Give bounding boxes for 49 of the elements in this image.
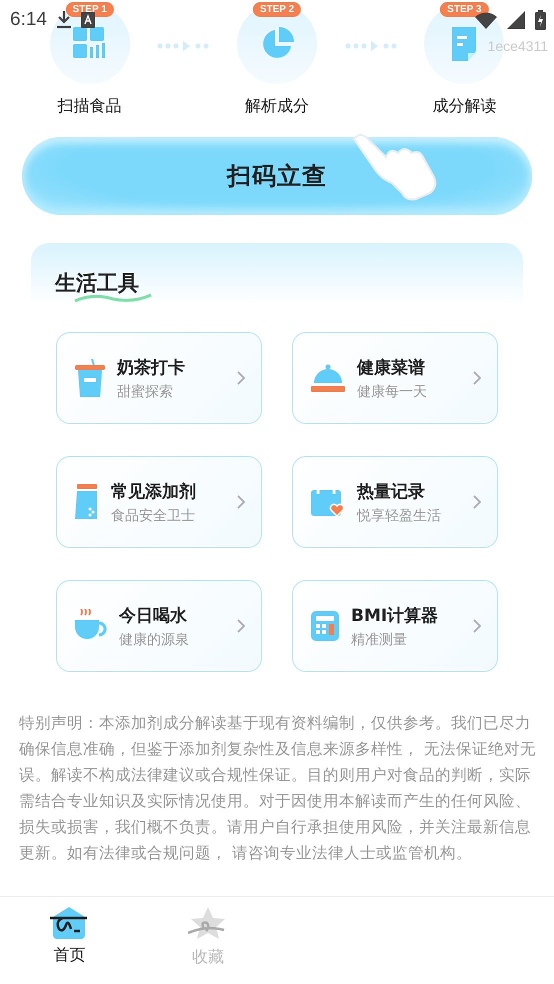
tool-title: 今日喝水 bbox=[119, 604, 188, 626]
text-icon bbox=[80, 12, 95, 28]
grid-icon bbox=[72, 27, 107, 61]
cup-icon bbox=[75, 359, 105, 397]
scan-button[interactable]: 扫码立查 bbox=[22, 137, 532, 215]
home-icon bbox=[50, 907, 88, 939]
dotted-arrow-icon bbox=[157, 41, 210, 51]
download-icon bbox=[56, 11, 71, 29]
tool-card[interactable]: 常见添加剂 食品安全卫士 bbox=[56, 456, 262, 548]
nav-tab[interactable]: 首页 bbox=[53, 945, 86, 966]
calculator-icon bbox=[311, 611, 339, 641]
section-title: 生活工具 bbox=[55, 270, 139, 297]
step-label: 扫描食品 bbox=[58, 96, 122, 117]
document-icon bbox=[450, 27, 478, 61]
tool-subtitle: 食品安全卫士 bbox=[111, 506, 196, 524]
tool-card[interactable]: 今日喝水 健康的源泉 bbox=[56, 580, 262, 672]
battery-icon bbox=[535, 10, 546, 30]
disclaimer-text: 特别声明：本添加剂成分解读基于现有资料编制，仅供参考。我们已尽力确保信息准确，但鉴于添加剂复杂性及信息来源多样性， 无法保证绝对无误。解读不构成法律建议或合规性保证。目的则用户对食品的判断，实际需结合专业知识及实际情况使用。对于因使用本解读而产生的任何风险、损失或损害，我们概不负责。请用户自行承担使用风险，并关注最新信息更新。如有法律或合规问题， 请咨询专业法律人士或监管机构。 bbox=[19, 713, 536, 864]
chevron-right-icon bbox=[237, 371, 245, 385]
tool-card[interactable]: 健康菜谱 健康每一天 bbox=[292, 332, 498, 424]
step-label: 解析成分 bbox=[244, 96, 309, 117]
chevron-right-icon bbox=[473, 619, 481, 633]
tool-title: 热量记录 bbox=[357, 480, 426, 502]
dotted-arrow-icon bbox=[344, 41, 397, 51]
step-badge: STEP 2 bbox=[252, 2, 302, 17]
tool-subtitle: 甜蜜探索 bbox=[117, 382, 174, 400]
wifi-icon bbox=[475, 12, 497, 28]
cloche-icon bbox=[311, 363, 345, 393]
chevron-right-icon bbox=[473, 371, 481, 385]
tool-title: 健康菜谱 bbox=[357, 356, 426, 378]
tool-subtitle: 健康的源泉 bbox=[119, 630, 190, 648]
tool-card[interactable]: 奶茶打卡 甜蜜探索 bbox=[56, 332, 262, 424]
tool-card[interactable]: BMI计算器 精准测量 bbox=[292, 580, 498, 672]
chevron-right-icon bbox=[237, 495, 245, 509]
signal-icon bbox=[507, 11, 525, 29]
tool-card[interactable]: 热量记录 悦享轻盈生活 bbox=[292, 456, 498, 548]
clock-time: 6:14 bbox=[10, 9, 47, 31]
tool-title: 常见添加剂 bbox=[111, 480, 197, 502]
step-badge: STEP 1 bbox=[66, 2, 114, 17]
tool-subtitle: 健康每一天 bbox=[357, 382, 428, 400]
jar-icon bbox=[75, 484, 99, 520]
step-badge: STEP 3 bbox=[440, 2, 488, 17]
tool-title: 奶茶打卡 bbox=[117, 356, 186, 378]
tool-subtitle: 精准测量 bbox=[351, 630, 408, 648]
tool-title: BMI计算器 bbox=[351, 604, 440, 626]
chevron-right-icon bbox=[237, 619, 245, 633]
chevron-right-icon bbox=[473, 495, 481, 509]
step-label: 成分解读 bbox=[432, 96, 496, 117]
tool-subtitle: 悦享轻盈生活 bbox=[357, 506, 442, 524]
